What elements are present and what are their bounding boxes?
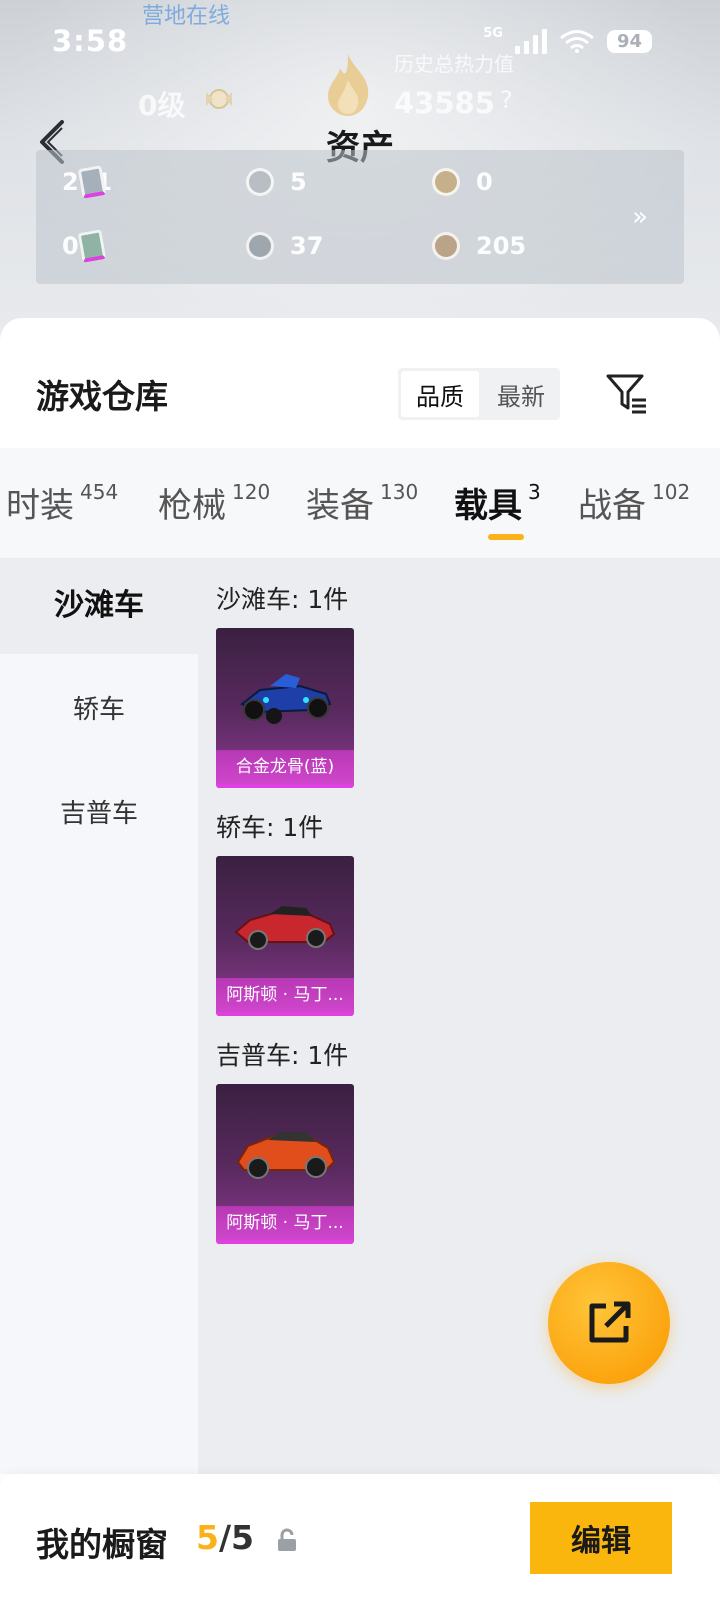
wifi-icon (559, 30, 594, 53)
signal-icon (514, 28, 547, 54)
suv-image (236, 1132, 336, 1179)
warehouse-sheet: 游戏仓库 品质 最新 时装 454 枪械 120 装备 130 载具 3 战备 102 沙… (0, 318, 720, 1600)
showcase-separator: / (218, 1518, 232, 1557)
sidebar-item-jeep[interactable]: 吉普车 (0, 766, 198, 862)
bronze-coin-icon (432, 232, 460, 260)
status-time: 3:58 (52, 24, 129, 58)
group-title: 吉普车: 1件 (216, 1041, 349, 1070)
tab-label: 时装 (6, 486, 74, 526)
sort-toggle: 品质 最新 (398, 368, 560, 420)
asset-value: 0 (62, 232, 79, 260)
hero-background: 营地在线 0级 历史总热力值 43585 ? 3:58 5G 94 资产 2 (0, 0, 720, 360)
filter-icon[interactable] (604, 370, 650, 416)
tab-label: 枪械 (158, 486, 226, 526)
silver-coin-icon (246, 168, 274, 196)
lock-icon (278, 1528, 296, 1551)
active-tab-indicator (488, 534, 524, 540)
group-title: 轿车: 1件 (216, 813, 324, 842)
tab-war-supplies[interactable]: 战备 102 (578, 478, 690, 527)
tab-firearms[interactable]: 枪械 120 (158, 478, 270, 527)
asset-item: 205 (432, 232, 526, 260)
rank-badge-icon (206, 89, 232, 109)
network-type: 5G (483, 25, 503, 41)
showcase-count: 5/5 (196, 1518, 254, 1557)
vehicle-card[interactable]: 阿斯顿 · 马丁... (216, 1084, 354, 1244)
battery-indicator: 94 (606, 29, 652, 53)
asset-item: 5 (246, 168, 307, 196)
asset-item: 0 (432, 168, 493, 196)
asset-value: 37 (290, 232, 324, 260)
share-fab-button[interactable] (548, 1262, 670, 1384)
category-tabs: 时装 454 枪械 120 装备 130 载具 3 战备 102 (0, 448, 720, 558)
asset-item: 211 (62, 165, 112, 199)
asset-value: 205 (476, 232, 527, 260)
showcase-current: 5 (196, 1518, 219, 1557)
tab-equipment[interactable]: 装备 130 (306, 478, 418, 527)
buggy-image (240, 674, 332, 724)
vehicle-name: 合金龙骨(蓝) (216, 750, 354, 784)
vehicle-card[interactable]: 阿斯顿 · 马丁... (216, 856, 354, 1016)
vehicle-name: 阿斯顿 · 马丁... (216, 1206, 354, 1240)
edit-button[interactable]: 编辑 (530, 1502, 672, 1574)
vehicle-card[interactable]: 合金龙骨(蓝) (216, 628, 354, 788)
sort-option-quality[interactable]: 品质 (401, 371, 479, 417)
sidebar-item-beach-buggy[interactable]: 沙滩车 (0, 558, 198, 654)
tab-count: 102 (652, 480, 691, 504)
level-text: 0级 (138, 89, 186, 122)
tab-vehicles[interactable]: 载具 3 (454, 478, 541, 527)
group-title: 沙滩车: 1件 (216, 585, 349, 614)
tab-count: 454 (80, 480, 119, 504)
showcase-total: 5 (231, 1518, 254, 1557)
sort-option-latest[interactable]: 最新 (482, 368, 560, 420)
gold-coin-icon (432, 168, 460, 196)
gray-coin-icon (246, 232, 274, 260)
tab-label: 载具 (454, 486, 522, 526)
card-icon (77, 165, 107, 199)
tab-count: 120 (232, 480, 271, 504)
share-external-icon (589, 1301, 631, 1343)
tab-fashion[interactable]: 时装 454 (6, 478, 118, 527)
assets-panel[interactable]: 211 5 0 0 37 205 » (36, 150, 684, 284)
tab-count: 130 (380, 480, 419, 504)
flame-icon (328, 54, 369, 116)
showcase-bar: 我的橱窗 5/5 编辑 (0, 1474, 720, 1600)
history-value: 43585 (394, 86, 495, 120)
green-card-icon (77, 229, 107, 263)
subcategory-sidebar: 沙滩车 轿车 吉普车 (0, 558, 198, 1474)
sidebar-item-sedan[interactable]: 轿车 (0, 662, 198, 758)
vehicle-name: 阿斯顿 · 马丁... (216, 978, 354, 1012)
sedan-image (234, 906, 336, 950)
help-icon[interactable]: ? (500, 86, 513, 114)
status-icons: 5G 94 (483, 25, 652, 54)
asset-value: 0 (476, 168, 493, 196)
camp-online-text: 营地在线 (142, 4, 231, 29)
warehouse-title: 游戏仓库 (36, 377, 168, 416)
asset-value: 5 (290, 168, 307, 196)
asset-item: 0 (62, 229, 107, 263)
tab-label: 装备 (306, 486, 374, 526)
tab-label: 战备 (578, 486, 646, 526)
double-chevron-right-icon[interactable]: » (632, 202, 648, 232)
tab-count: 3 (528, 480, 541, 504)
showcase-label: 我的橱窗 (36, 1525, 168, 1564)
asset-item: 37 (246, 232, 323, 260)
